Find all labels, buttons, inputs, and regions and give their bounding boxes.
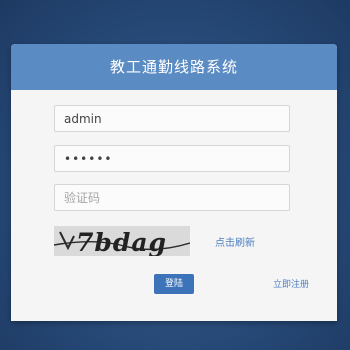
captcha-text: 7bdag <box>76 228 167 256</box>
refresh-captcha-link[interactable]: 点击刷新 <box>215 234 255 249</box>
password-input[interactable] <box>54 145 290 172</box>
login-title: 教工通勤线路系统 <box>11 44 337 90</box>
register-link[interactable]: 立即注册 <box>273 277 309 290</box>
login-panel: 教工通勤线路系统 7bdag 点击刷新 登陆 立即注册 <box>11 44 337 321</box>
login-button[interactable]: 登陆 <box>154 274 194 294</box>
captcha-input[interactable] <box>54 184 290 211</box>
captcha-image[interactable]: 7bdag <box>54 226 190 256</box>
username-input[interactable] <box>54 105 290 132</box>
